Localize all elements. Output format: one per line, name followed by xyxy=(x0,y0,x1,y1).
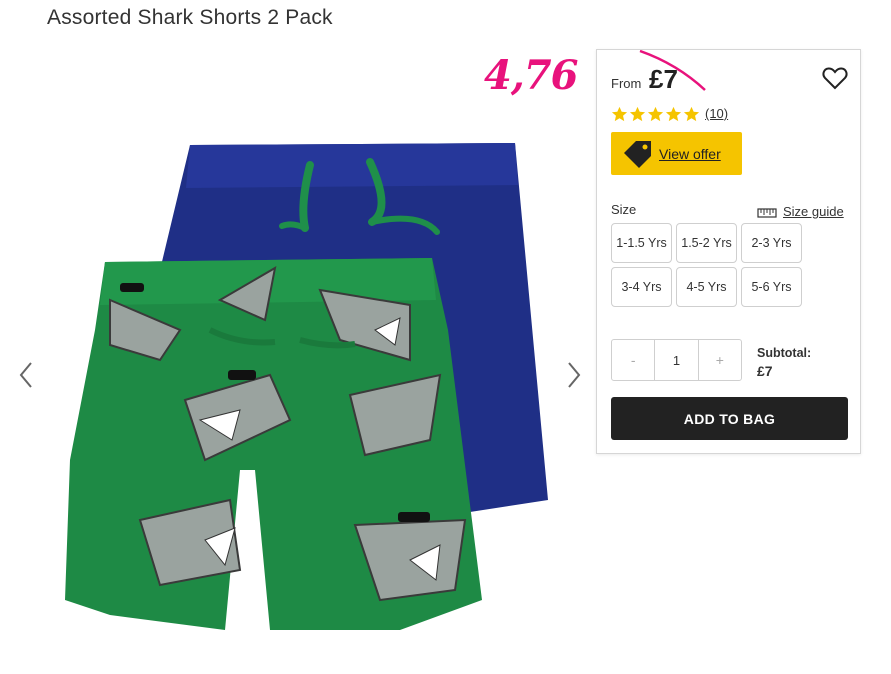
star-icon xyxy=(665,106,682,122)
size-label: Size xyxy=(611,202,637,217)
add-to-bag-button[interactable]: ADD TO BAG xyxy=(611,397,848,440)
product-title: Assorted Shark Shorts 2 Pack xyxy=(47,6,333,29)
rating-stars xyxy=(611,106,700,122)
size-option[interactable]: 4-5 Yrs xyxy=(676,267,737,307)
ruler-icon xyxy=(757,207,777,218)
promo-price-annotation: 4,76 xyxy=(484,52,578,99)
size-guide-label: Size guide xyxy=(783,204,844,219)
star-icon xyxy=(647,106,664,122)
view-offer-button[interactable]: View offer xyxy=(611,132,742,175)
size-option[interactable]: 3-4 Yrs xyxy=(611,267,672,307)
wishlist-button[interactable] xyxy=(822,66,848,90)
subtotal: Subtotal: £7 xyxy=(757,344,811,380)
product-image-gallery xyxy=(0,40,600,669)
quantity-decrease-button[interactable]: - xyxy=(612,340,654,380)
subtotal-value: £7 xyxy=(757,363,773,379)
size-guide-link[interactable]: Size guide xyxy=(757,204,844,219)
size-option[interactable]: 1.5-2 Yrs xyxy=(676,223,737,263)
star-icon xyxy=(629,106,646,122)
quantity-increase-button[interactable]: + xyxy=(699,340,741,380)
size-option[interactable]: 5-6 Yrs xyxy=(741,267,802,307)
quantity-stepper: - 1 + xyxy=(611,339,742,381)
chevron-right-icon xyxy=(568,362,581,388)
view-offer-label: View offer xyxy=(659,145,721,162)
previous-image-button[interactable] xyxy=(14,355,38,395)
product-image xyxy=(65,143,548,630)
product-price: £7 xyxy=(649,64,678,94)
chevron-left-icon xyxy=(19,362,32,388)
tag-icon xyxy=(624,140,651,168)
size-option[interactable]: 1-1.5 Yrs xyxy=(611,223,672,263)
heart-icon xyxy=(822,67,848,90)
reviews-count-link[interactable]: (10) xyxy=(705,106,728,121)
subtotal-label: Subtotal: xyxy=(757,346,812,360)
purchase-panel: From £7 (10) View offer Size Size guide … xyxy=(596,49,861,454)
star-icon xyxy=(611,106,628,122)
price-from-label: From xyxy=(611,76,642,91)
next-image-button[interactable] xyxy=(562,355,586,395)
star-icon xyxy=(683,106,700,122)
quantity-input[interactable]: 1 xyxy=(654,340,699,380)
size-options: 1-1.5 Yrs 1.5-2 Yrs 2-3 Yrs 3-4 Yrs 4-5 … xyxy=(611,223,802,307)
size-option[interactable]: 2-3 Yrs xyxy=(741,223,802,263)
